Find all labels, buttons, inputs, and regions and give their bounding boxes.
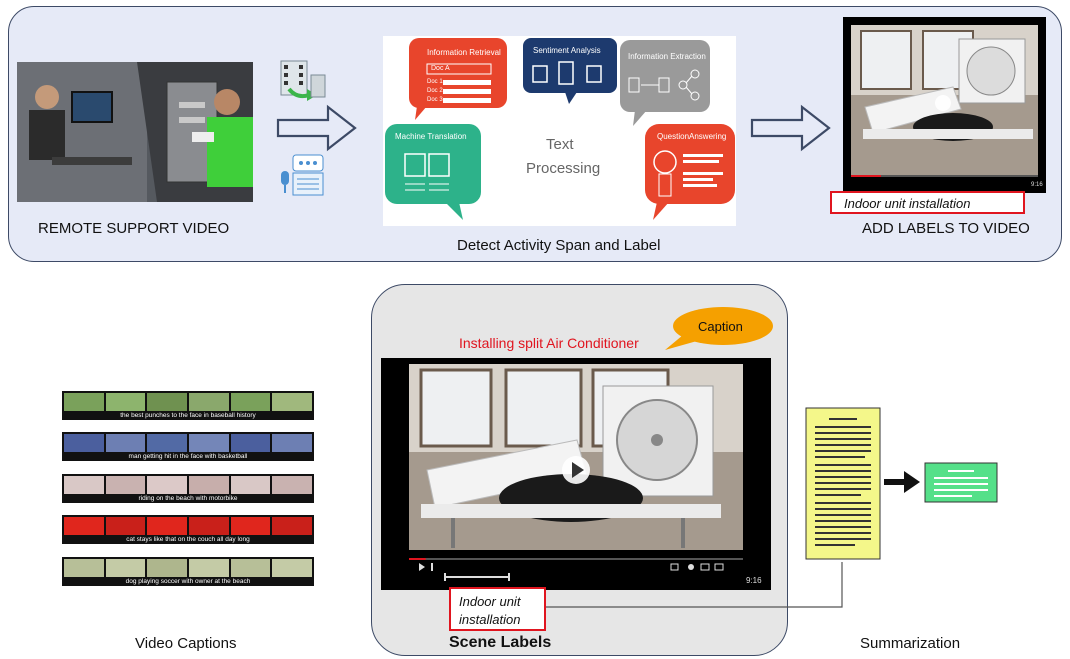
ir-doc-a: Doc A bbox=[431, 65, 450, 72]
detect-activity-label: Detect Activity Span and Label bbox=[457, 237, 661, 254]
caption-strip: the best punches to the face in baseball… bbox=[62, 391, 314, 420]
remote-support-video-label: REMOTE SUPPORT VIDEO bbox=[38, 220, 230, 237]
connector-line bbox=[546, 560, 846, 610]
scene-labels-label: Scene Labels bbox=[449, 634, 552, 651]
text-processing-title-line2: Processing bbox=[526, 160, 601, 177]
labeled-video-thumbnail: 9:16 bbox=[843, 17, 1046, 193]
indoor-unit-label-top: Indoor unit installation bbox=[844, 196, 971, 211]
caption-text: dog playing soccer with owner at the bea… bbox=[125, 578, 251, 585]
summary-output bbox=[924, 462, 998, 503]
add-labels-label: ADD LABELS TO VIDEO bbox=[862, 220, 1030, 237]
indoor-unit-label-line2: installation bbox=[459, 612, 521, 627]
caption-text: the best punches to the face in baseball… bbox=[120, 412, 256, 419]
remote-support-photo bbox=[17, 62, 253, 202]
ir-doc-2: Doc 2 bbox=[427, 88, 443, 94]
ir-bubble-title: Information Retrieval bbox=[427, 48, 501, 57]
caption-strip: dog playing soccer with owner at the bea… bbox=[62, 557, 314, 586]
video-file-icon bbox=[279, 59, 327, 106]
transcript-icon bbox=[279, 153, 327, 197]
caption-text: riding on the beach with motorbike bbox=[138, 495, 238, 502]
text-processing-graphic: Information Retrieval Doc A Doc 1 Doc 2 … bbox=[383, 36, 736, 226]
text-processing-title-line1: Text bbox=[546, 136, 574, 153]
caption-strip: man getting hit in the face with basketb… bbox=[62, 432, 314, 461]
caption-bubble-text: Caption bbox=[698, 319, 743, 334]
flow-arrow-2 bbox=[750, 104, 832, 152]
video-title: Installing split Air Conditioner bbox=[459, 335, 639, 351]
summarization-label: Summarization bbox=[860, 635, 961, 652]
video-progress-fill bbox=[409, 558, 426, 560]
thumbnail-time: 9:16 bbox=[1031, 182, 1043, 188]
ir-doc-3: Doc 3 bbox=[427, 97, 443, 103]
flow-arrow-1 bbox=[276, 104, 358, 152]
indoor-unit-label-box-bottom: Indoor unit installation bbox=[449, 587, 546, 631]
summary-arrow bbox=[884, 470, 922, 494]
caption-strip: cat stays like that on the couch all day… bbox=[62, 515, 314, 544]
extraction-bubble-title: Information Extraction bbox=[628, 52, 706, 61]
caption-strip: riding on the beach with motorbike bbox=[62, 474, 314, 503]
ir-doc-1: Doc 1 bbox=[427, 79, 443, 85]
summary-document bbox=[805, 407, 881, 560]
indoor-unit-label-box-top: Indoor unit installation bbox=[830, 191, 1025, 214]
video-captions-label: Video Captions bbox=[135, 635, 237, 652]
sentiment-bubble-title: Sentiment Analysis bbox=[533, 46, 601, 55]
caption-text: man getting hit in the face with basketb… bbox=[128, 453, 248, 460]
translation-bubble-title: Machine Translation bbox=[395, 132, 467, 141]
qa-bubble-title: QuestionAnswering bbox=[657, 132, 727, 141]
indoor-unit-label-line1: Indoor unit bbox=[459, 594, 521, 609]
caption-text: cat stays like that on the couch all day… bbox=[126, 536, 250, 543]
video-player[interactable]: 9:16 bbox=[381, 358, 771, 590]
caption-bubble: Caption bbox=[663, 305, 775, 352]
